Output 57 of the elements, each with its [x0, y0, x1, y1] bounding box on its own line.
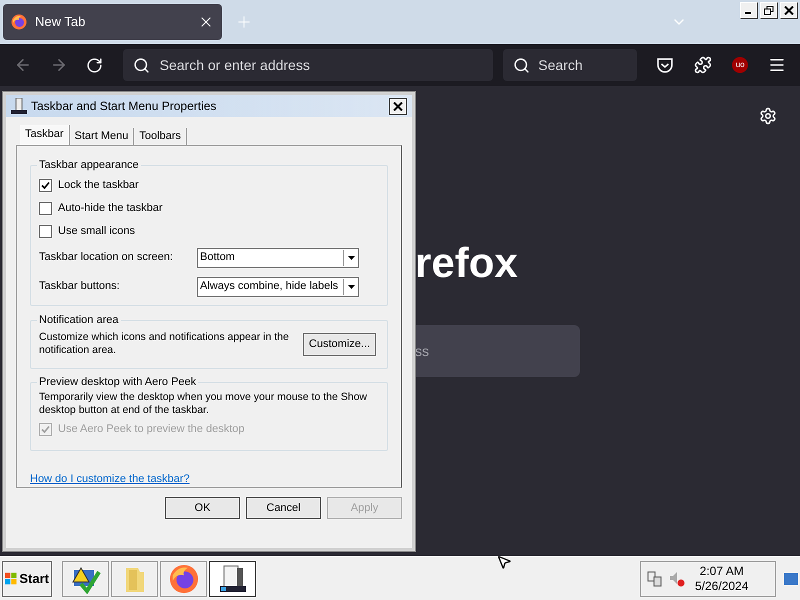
checkbox-label: Use small icons: [58, 224, 136, 240]
close-icon: [393, 102, 403, 110]
help-link[interactable]: How do I customize the taskbar?: [30, 470, 190, 487]
pocket-icon[interactable]: [656, 56, 674, 74]
minimize-button[interactable]: [740, 2, 758, 19]
show-desktop-icon[interactable]: [784, 572, 798, 584]
customize-button[interactable]: Customize...: [303, 332, 376, 356]
dialog-button[interactable]: Cancel: [246, 497, 321, 519]
description-text: Customize which icons and notifications appear in the notification area.: [39, 331, 290, 358]
dropdown-arrow-icon: [343, 278, 358, 294]
start-button[interactable]: Start: [2, 560, 52, 596]
logo-text: refox: [415, 238, 519, 288]
checkbox[interactable]: [39, 225, 52, 238]
restore-button[interactable]: [760, 2, 778, 19]
field-label: Taskbar location on screen:: [39, 250, 174, 266]
dialog-button[interactable]: OK: [165, 497, 240, 519]
extensions-icon[interactable]: [694, 56, 712, 74]
restore-icon: [764, 6, 774, 15]
checkbox-label: Lock the taskbar: [58, 178, 139, 194]
windows-logo-icon: [5, 572, 18, 586]
dropdown[interactable]: Bottom: [197, 248, 359, 268]
checkbox-label: Auto-hide the taskbar: [58, 201, 163, 216]
network-icon[interactable]: [647, 570, 663, 586]
settings-icon[interactable]: [759, 107, 777, 125]
menu-icon[interactable]: [768, 56, 786, 74]
clock-time[interactable]: 2:07 AM: [700, 564, 744, 578]
group-title: Preview desktop with Aero Peek: [37, 374, 198, 389]
back-icon[interactable]: [14, 56, 32, 74]
search-icon: [132, 56, 150, 74]
taskbar-app-button[interactable]: [62, 560, 109, 596]
search-icon: [513, 56, 530, 74]
tab-title: New Tab: [35, 13, 86, 32]
field-label: Taskbar buttons:: [39, 279, 121, 294]
browser-logo-icon: [11, 14, 27, 30]
window-title: Taskbar and Start Menu Properties: [31, 98, 218, 115]
reload-icon[interactable]: [86, 56, 103, 74]
clock-date[interactable]: 5/26/2024: [695, 578, 748, 594]
group-title: Taskbar appearance: [37, 158, 141, 172]
taskbar-properties-icon: [218, 564, 248, 594]
taskbar-properties-icon: [11, 98, 27, 114]
close-icon: [784, 6, 794, 15]
checkbox[interactable]: [39, 179, 52, 192]
search-box[interactable]: ss: [415, 325, 580, 377]
extension-badge[interactable]: uo: [732, 57, 748, 73]
close-button[interactable]: [389, 98, 407, 114]
dropdown-arrow-icon: [343, 250, 358, 266]
taskbar-app-button[interactable]: [209, 560, 256, 596]
dropdown[interactable]: Always combine, hide labels: [197, 276, 359, 296]
tab[interactable]: Taskbar: [20, 125, 70, 145]
browser-tab[interactable]: New Tab: [3, 4, 222, 40]
browser-logo-icon: [168, 564, 198, 594]
description-text: Temporarily view the desktop when you move your mouse to the Show desktop button at end of the taskbar.: [39, 390, 368, 417]
muted-speaker-icon[interactable]: [669, 570, 685, 586]
search-field[interactable]: Search: [503, 49, 638, 81]
checkbox-label: Use Aero Peek to preview the desktop: [58, 422, 244, 437]
address-field[interactable]: Search or enter address: [122, 49, 494, 81]
checkbox[interactable]: [39, 202, 52, 215]
